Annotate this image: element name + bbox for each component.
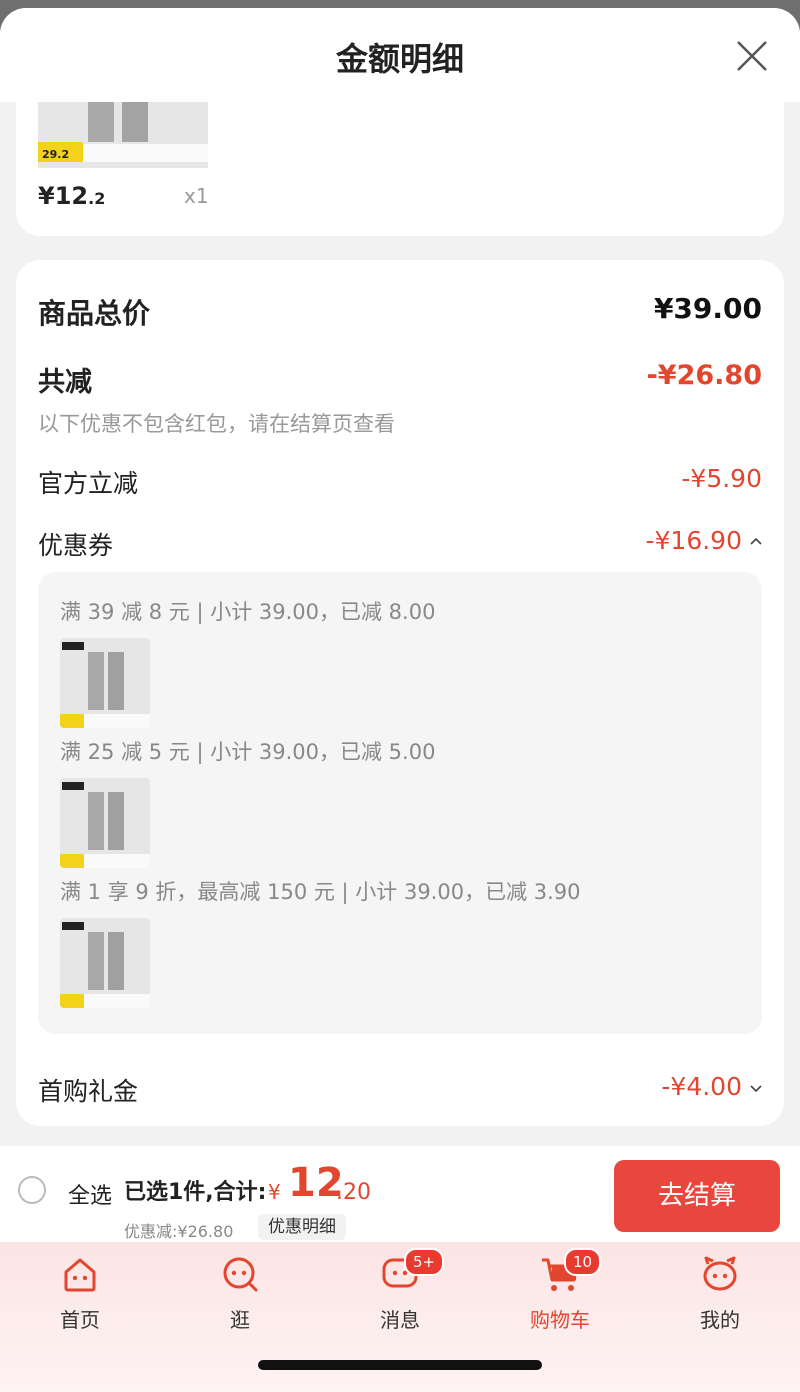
total-reduce-label: 共减 xyxy=(38,367,92,398)
tab-messages[interactable]: 5+ 消息 xyxy=(340,1248,460,1333)
total-reduce-value: -¥26.80 xyxy=(646,360,762,391)
tab-me[interactable]: 我的 xyxy=(660,1252,780,1333)
page-title: 金额明细 xyxy=(335,40,464,78)
sheet-header: 金额明细 xyxy=(0,8,800,102)
profile-icon xyxy=(703,1256,737,1291)
gift-toggle[interactable]: -¥4.00 xyxy=(661,1072,762,1101)
coupon-label: 优惠券 xyxy=(38,531,114,560)
coupon-rule: 满 1 享 9 折，最高减 150 元 | 小计 39.00，已减 3.90 xyxy=(60,880,581,904)
thumb-price-tag: 29.2 xyxy=(42,148,70,161)
amount-detail-sheet: 29.2 ¥12.2 x1 商品总价 ¥39.00 共减 -¥26.80 以下优… xyxy=(0,8,800,1392)
checkout-bar: 全选 已选1件,合计: ¥ 12 .20 优惠减:¥26.80 优惠明细 去结算 xyxy=(0,1146,800,1242)
chevron-down-icon xyxy=(750,1085,762,1093)
tab-label: 消息 xyxy=(380,1308,420,1332)
total-currency: ¥ xyxy=(268,1180,281,1204)
message-badge: 5+ xyxy=(404,1248,445,1276)
select-all-label[interactable]: 全选 xyxy=(68,1178,112,1210)
selected-count-text: 已选1件,合计: xyxy=(124,1180,267,1205)
official-reduce-label: 官方立减 xyxy=(38,469,139,498)
discount-summary: 优惠减:¥26.80 xyxy=(124,1222,234,1241)
home-indicator xyxy=(258,1360,542,1370)
coupon-product-thumbnail xyxy=(60,638,150,728)
close-icon xyxy=(737,41,767,71)
tab-label: 首页 xyxy=(60,1308,100,1332)
coupon-value: -¥16.90 xyxy=(645,526,743,555)
coupon-product-thumbnail xyxy=(60,778,150,868)
select-all-radio[interactable] xyxy=(18,1176,46,1204)
price-summary-card: 商品总价 ¥39.00 共减 -¥26.80 以下优惠不包含红包，请在结算页查看… xyxy=(16,260,784,1126)
total-price-label: 商品总价 xyxy=(38,297,151,330)
tab-label: 我的 xyxy=(700,1308,740,1332)
checkout-button[interactable]: 去结算 xyxy=(614,1160,780,1232)
tab-cart[interactable]: 10 购物车 xyxy=(500,1248,620,1333)
tab-home[interactable]: 首页 xyxy=(20,1252,140,1333)
tab-label: 逛 xyxy=(230,1308,250,1332)
coupon-rule: 满 39 减 8 元 | 小计 39.00，已减 8.00 xyxy=(60,600,436,624)
first-purchase-gift-label: 首购礼金 xyxy=(38,1077,139,1106)
tab-label: 购物车 xyxy=(530,1308,590,1332)
cart-badge: 10 xyxy=(564,1248,602,1276)
item-quantity: x1 xyxy=(184,184,209,208)
browse-icon xyxy=(223,1257,258,1292)
home-icon xyxy=(64,1258,96,1292)
tab-browse[interactable]: 逛 xyxy=(180,1252,300,1333)
total-price-value: ¥39.00 xyxy=(653,292,762,325)
reduce-note: 以下优惠不包含红包，请在结算页查看 xyxy=(38,412,395,436)
item-price: ¥12.2 xyxy=(38,182,106,210)
official-reduce-value: -¥5.90 xyxy=(681,464,762,493)
product-thumbnail: 29.2 xyxy=(38,100,208,168)
coupon-rule: 满 25 减 5 元 | 小计 39.00，已减 5.00 xyxy=(60,740,436,764)
close-button[interactable] xyxy=(732,36,772,76)
coupon-toggle[interactable]: -¥16.90 xyxy=(646,526,763,555)
chevron-up-icon xyxy=(750,537,762,545)
coupon-product-thumbnail xyxy=(60,918,150,1008)
discount-detail-button[interactable]: 优惠明细 xyxy=(258,1214,346,1240)
gift-value: -¥4.00 xyxy=(661,1072,742,1101)
coupon-detail-box: 满 39 减 8 元 | 小计 39.00，已减 8.00 满 25 减 5 元… xyxy=(38,572,762,1034)
total-amount-decimal: .20 xyxy=(336,1180,371,1205)
